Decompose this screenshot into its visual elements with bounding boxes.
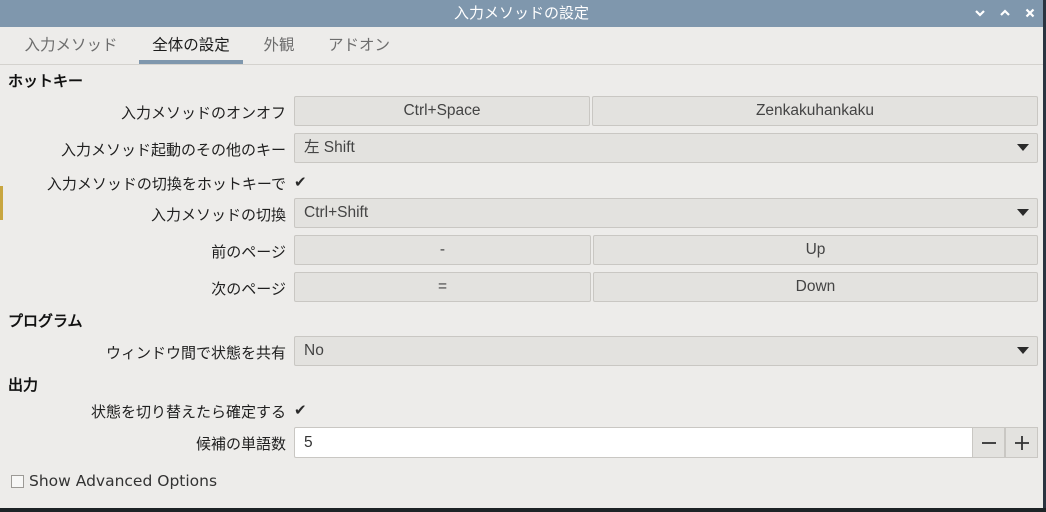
switch-input-method-dropdown[interactable]: Ctrl+Shift bbox=[294, 198, 1038, 228]
dropdown-arrow-icon bbox=[1017, 347, 1029, 354]
desktop-background bbox=[0, 186, 3, 220]
commit-on-switch-checkbox[interactable]: ✔ bbox=[294, 402, 310, 418]
hotkey-toggle-primary-button[interactable]: Ctrl+Space bbox=[294, 96, 590, 126]
share-state-value: No bbox=[304, 342, 324, 359]
active-tab-indicator bbox=[139, 60, 243, 64]
desktop-background bbox=[0, 508, 1046, 512]
tab-bar: 入力メソッド 全体の設定 外観 アドオン bbox=[0, 27, 1043, 65]
enable-hotkey-switch-checkbox[interactable]: ✔ bbox=[294, 174, 310, 190]
extra-trigger-key-dropdown[interactable]: 左 Shift bbox=[294, 133, 1038, 163]
tab-input-methods[interactable]: 入力メソッド bbox=[14, 27, 128, 64]
candidate-count-spinbox: 5 bbox=[294, 427, 1038, 458]
label-enable-hotkey-switch: 入力メソッドの切換をホットキーで bbox=[46, 175, 286, 193]
section-heading-hotkey: ホットキー bbox=[8, 72, 84, 90]
label-commit-on-switch: 状態を切り替えたら確定する bbox=[90, 403, 286, 421]
decrement-button[interactable] bbox=[972, 427, 1005, 458]
next-page-secondary-button[interactable]: Down bbox=[593, 272, 1038, 302]
minimize-button[interactable] bbox=[970, 3, 990, 23]
chevron-down-icon bbox=[975, 10, 985, 17]
extra-trigger-key-value: 左 Shift bbox=[304, 139, 355, 156]
section-heading-output: 出力 bbox=[8, 376, 39, 394]
switch-input-method-value: Ctrl+Shift bbox=[304, 204, 369, 221]
close-button[interactable] bbox=[1020, 3, 1040, 23]
dropdown-arrow-icon bbox=[1017, 209, 1029, 216]
tab-addons[interactable]: アドオン bbox=[317, 27, 401, 64]
prev-page-primary-button[interactable]: - bbox=[294, 235, 591, 265]
show-advanced-options-label: Show Advanced Options bbox=[29, 472, 218, 490]
next-page-primary-button[interactable]: = bbox=[294, 272, 591, 302]
label-switch-input-method: 入力メソッドの切換 bbox=[150, 206, 286, 224]
section-heading-program: プログラム bbox=[8, 312, 83, 330]
label-share-state: ウィンドウ間で状態を共有 bbox=[105, 344, 286, 362]
label-extra-trigger-key: 入力メソッド起動のその他のキー bbox=[60, 141, 286, 159]
tab-global-settings[interactable]: 全体の設定 bbox=[139, 27, 243, 64]
show-advanced-options-toggle[interactable]: Show Advanced Options bbox=[11, 472, 217, 490]
tab-appearance[interactable]: 外観 bbox=[254, 27, 304, 64]
prev-page-secondary-button[interactable]: Up bbox=[593, 235, 1038, 265]
window-title: 入力メソッドの設定 bbox=[453, 4, 589, 22]
hotkey-toggle-secondary-button[interactable]: Zenkakuhankaku bbox=[592, 96, 1038, 126]
dropdown-arrow-icon bbox=[1017, 144, 1029, 151]
candidate-count-input[interactable]: 5 bbox=[304, 428, 313, 457]
label-previous-page: 前のページ bbox=[211, 243, 286, 261]
input-method-config-window: 入力メソッドの設定 入力メソッド 全体の設定 外観 アドオン ホットキー 入力メ… bbox=[0, 0, 1043, 508]
label-candidate-count: 候補の単語数 bbox=[195, 435, 286, 453]
title-bar[interactable]: 入力メソッドの設定 bbox=[0, 0, 1043, 27]
show-advanced-options-checkbox[interactable] bbox=[11, 474, 24, 488]
minus-icon bbox=[981, 441, 996, 444]
share-state-dropdown[interactable]: No bbox=[294, 336, 1038, 366]
increment-button[interactable] bbox=[1005, 427, 1038, 458]
label-next-page: 次のページ bbox=[211, 280, 286, 298]
chevron-up-icon bbox=[1000, 9, 1010, 16]
close-icon bbox=[1025, 8, 1035, 18]
maximize-button[interactable] bbox=[995, 3, 1015, 23]
plus-icon bbox=[1014, 435, 1029, 450]
label-toggle-input-method: 入力メソッドのオンオフ bbox=[120, 104, 286, 122]
